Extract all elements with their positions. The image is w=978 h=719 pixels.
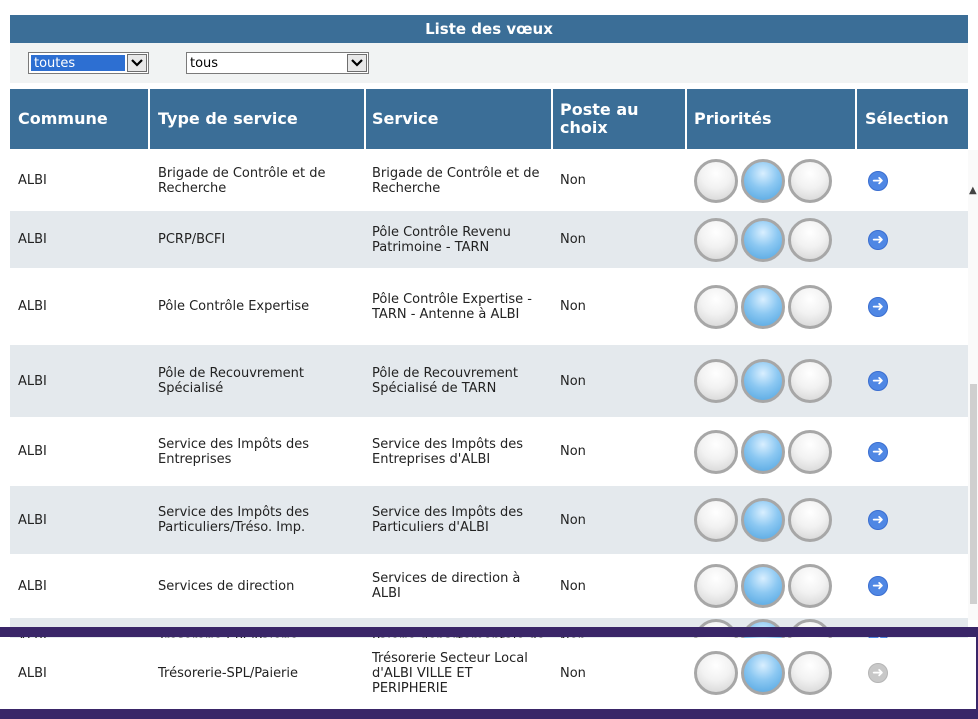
cell-commune: ALBI — [18, 299, 47, 314]
select-arrow-icon[interactable]: ➜ — [868, 371, 888, 391]
type-filter-select[interactable]: tous — [186, 52, 369, 74]
cell-type: Service des Impôts des Entreprises — [158, 436, 310, 467]
priority-3-icon[interactable] — [788, 498, 832, 542]
priority-1-icon[interactable] — [694, 564, 738, 608]
cell-commune: ALBI — [18, 232, 47, 247]
select-arrow-icon[interactable]: ➜ — [868, 510, 888, 530]
priority-2-icon[interactable] — [741, 284, 785, 329]
col-header-selection: Sélection — [865, 109, 949, 128]
priority-2-icon[interactable] — [741, 564, 785, 608]
highlight-border-bottom — [0, 709, 978, 719]
priority-group — [694, 564, 844, 608]
cell-service: Pôle de Recouvrement Spécialisé de TARN — [372, 366, 518, 396]
priority-group — [694, 498, 844, 542]
chevron-down-icon[interactable] — [347, 54, 367, 72]
cell-poste: Non — [560, 444, 586, 459]
priority-2-icon[interactable] — [741, 158, 785, 203]
select-arrow-icon[interactable]: ➜ — [868, 170, 888, 191]
priority-group — [694, 284, 844, 329]
priority-1-icon[interactable] — [694, 284, 738, 329]
select-arrow-icon[interactable]: ➜ — [868, 229, 888, 250]
priority-2-icon[interactable] — [741, 359, 785, 403]
priority-1-icon[interactable] — [694, 498, 738, 542]
select-arrow-icon[interactable]: ➜ — [868, 296, 888, 317]
highlight-frame — [0, 637, 978, 709]
col-header-type: Type de service — [158, 109, 298, 128]
cell-service: Service des Impôts des Entreprises d'ALB… — [372, 436, 524, 467]
cell-commune: ALBI — [18, 373, 47, 389]
priority-1-icon[interactable] — [694, 429, 738, 474]
priority-1-icon[interactable] — [694, 217, 738, 262]
priority-3-icon[interactable] — [788, 564, 832, 608]
priority-group — [694, 158, 844, 203]
priority-3-icon[interactable] — [788, 217, 832, 262]
cell-service: Pôle Contrôle Revenu Patrimoine - TARN — [372, 224, 511, 255]
cell-type: Brigade de Contrôle et de Recherche — [158, 165, 326, 196]
table-header: Commune Type de service Service Poste au… — [10, 89, 968, 149]
col-header-service: Service — [372, 109, 439, 128]
wishes-table: Commune Type de service Service Poste au… — [10, 89, 968, 719]
priority-group — [694, 359, 844, 403]
cell-service: Brigade de Contrôle et de Recherche — [372, 165, 540, 196]
cell-type: Service des Impôts des Particuliers/Trés… — [158, 505, 310, 535]
col-header-poste: Poste au choix — [560, 100, 639, 137]
cell-poste: Non — [560, 173, 586, 188]
cell-type: PCRP/BCFI — [158, 232, 226, 247]
type-filter-value: tous — [190, 55, 219, 71]
scrollbar-thumb[interactable] — [970, 384, 977, 604]
col-header-priorites: Priorités — [694, 109, 772, 128]
table-row: ALBI Services de direction Services de dir… — [10, 554, 968, 618]
cell-type: Pôle de Recouvrement Spécialisé — [158, 366, 304, 396]
priority-2-icon[interactable] — [741, 429, 785, 474]
select-arrow-icon[interactable]: ➜ — [868, 576, 888, 596]
cell-poste: Non — [560, 232, 586, 247]
cell-type: Services de direction — [158, 578, 295, 594]
cell-service: Services de direction à ALBI — [372, 571, 521, 601]
cell-type: Pôle Contrôle Expertise — [158, 299, 310, 314]
priority-3-icon[interactable] — [788, 158, 832, 203]
table-row: ALBI Service des Impôts des Entreprises Se… — [10, 417, 968, 486]
priority-2-icon[interactable] — [741, 217, 785, 262]
table-row: ALBI Pôle de Recouvrement Spécialisé Pôle … — [10, 345, 968, 417]
list-title: Liste des vœux — [10, 15, 968, 43]
priority-3-icon[interactable] — [788, 359, 832, 403]
commune-filter-value: toutes — [31, 55, 125, 71]
table-row: ALBI PCRP/BCFI Pôle Contrôle Revenu Patrim… — [10, 211, 968, 268]
cell-commune: ALBI — [18, 444, 47, 459]
cell-poste: Non — [560, 373, 586, 389]
filter-bar: toutes tous — [10, 43, 968, 83]
cell-poste: Non — [560, 512, 586, 528]
cell-poste: Non — [560, 578, 586, 594]
priority-2-icon[interactable] — [741, 498, 785, 542]
chevron-down-icon[interactable] — [127, 54, 147, 72]
col-header-commune: Commune — [18, 109, 108, 128]
commune-filter-select[interactable]: toutes — [28, 52, 149, 74]
cell-service: Service des Impôts des Particuliers d'AL… — [372, 505, 524, 535]
cell-service: Pôle Contrôle Expertise - TARN - Antenne… — [372, 291, 532, 322]
select-arrow-icon[interactable]: ➜ — [868, 441, 888, 462]
priority-group — [694, 429, 844, 474]
table-row: ALBI Brigade de Contrôle et de Recherche B… — [10, 150, 968, 211]
cell-poste: Non — [560, 299, 586, 314]
cell-commune: ALBI — [18, 578, 47, 594]
priority-group — [694, 217, 844, 262]
priority-1-icon[interactable] — [694, 158, 738, 203]
highlight-border-top — [0, 627, 978, 637]
priority-1-icon[interactable] — [694, 359, 738, 403]
priority-3-icon[interactable] — [788, 429, 832, 474]
priority-3-icon[interactable] — [788, 284, 832, 329]
table-row: ALBI Service des Impôts des Particuliers/… — [10, 486, 968, 554]
cell-commune: ALBI — [18, 512, 47, 528]
table-row: ALBI Pôle Contrôle Expertise Pôle Contrôle… — [10, 268, 968, 345]
cell-commune: ALBI — [18, 173, 47, 188]
scroll-up-arrow-icon[interactable]: ▲ — [969, 185, 977, 196]
